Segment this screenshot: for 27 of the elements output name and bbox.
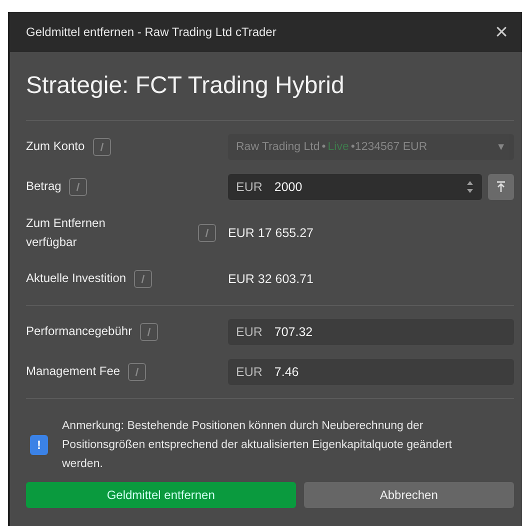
strategy-heading: Strategie: FCT Trading Hybrid <box>26 71 346 101</box>
info-icon[interactable] <box>128 363 146 381</box>
amount-value: EUR 32 603.71 <box>228 272 314 286</box>
note-text: Anmerkung: Bestehende Positionen können durch Neuberechnung der Positionsgrößen entsprechend der aktualisierten Eigenkapitalquote geändert werden. <box>62 419 453 472</box>
info-icon[interactable] <box>140 323 158 341</box>
close-button[interactable]: × <box>491 21 512 43</box>
field-label: Betrag <box>26 178 62 196</box>
upload-arrow-icon <box>496 181 506 193</box>
field-label: Aktuelle Investition <box>26 270 126 288</box>
fee-field: EUR 707.32 <box>228 319 514 345</box>
amount-value: EUR 17 655.27 <box>228 226 314 240</box>
info-icon[interactable] <box>198 224 216 242</box>
field-label: Zum Konto <box>26 138 85 156</box>
info-icon[interactable] <box>92 138 111 156</box>
withdraw-button[interactable]: Geldmittel entfernen <box>26 482 296 508</box>
max-amount-button[interactable] <box>488 174 514 200</box>
spinner-arrows-icon[interactable] <box>466 180 474 194</box>
window-title: Geldmittel entfernen - Raw Trading Ltd cTrader <box>26 25 276 39</box>
amount-field[interactable]: EUR 2000 <box>228 174 482 200</box>
field-label: Management Fee <box>26 363 120 380</box>
field-label: Zum Entfernen verfügbar <box>26 214 106 251</box>
field-label: Performancegebühr <box>26 323 132 340</box>
fee-field: EUR 7.46 <box>228 359 514 385</box>
warning-icon: ! <box>30 435 48 456</box>
info-icon[interactable] <box>134 270 152 288</box>
info-icon[interactable] <box>69 178 88 196</box>
cancel-button[interactable]: Abbrechen <box>304 482 514 508</box>
